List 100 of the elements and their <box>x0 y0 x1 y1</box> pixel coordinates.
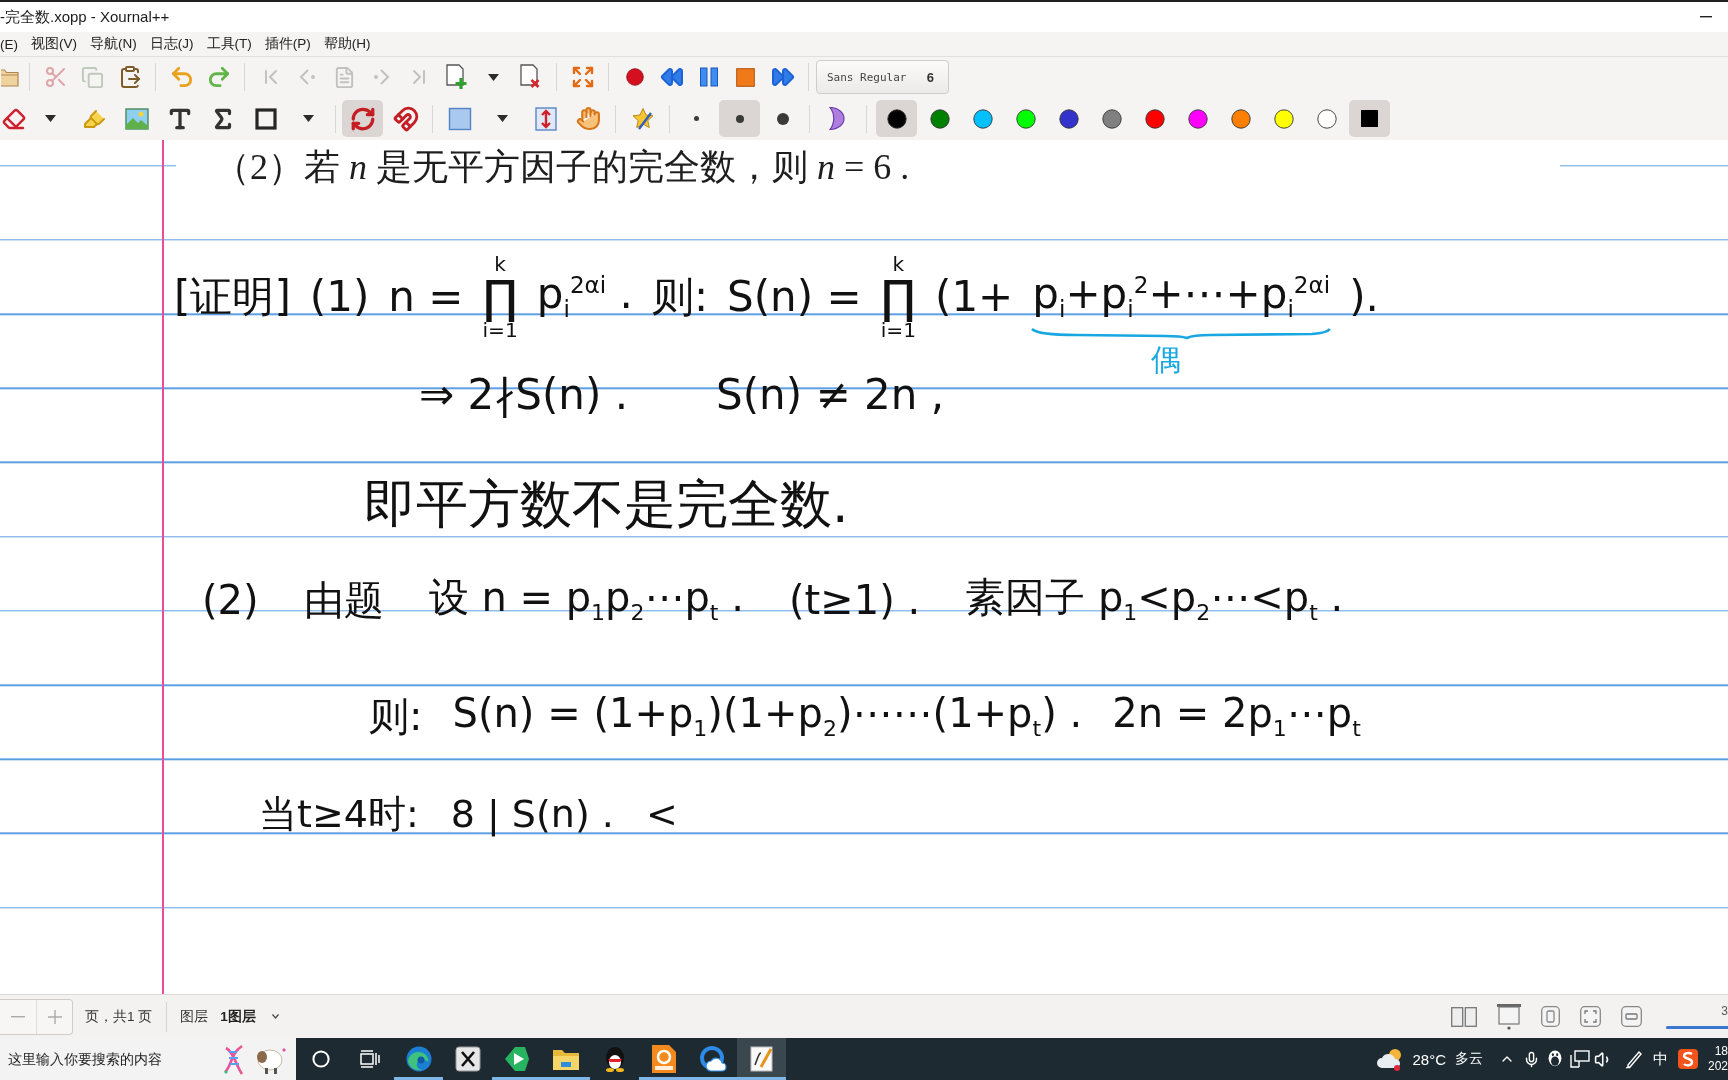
ring-icon <box>311 1050 330 1068</box>
handwritten-text: 由题 <box>303 578 384 622</box>
line-width-button[interactable] <box>719 100 760 137</box>
custom-color-button[interactable] <box>1349 100 1390 137</box>
dot-icon <box>694 116 699 121</box>
search-field[interactable]: 这里输入你要搜索的内容 <box>0 1038 296 1080</box>
problem-statement: （2）若 n 是无平方因子的完全数，则 n = 6 . <box>214 145 910 189</box>
weather-condition: 多云 <box>1454 1050 1483 1068</box>
handwritten-text: 则: <box>369 694 423 738</box>
handwritten-text: (2) <box>202 578 259 622</box>
menu-item[interactable]: 日志(J) <box>149 35 194 53</box>
folder-icon <box>1 66 21 88</box>
ring-cloud-icon <box>698 1045 727 1073</box>
zoom-slider[interactable] <box>1666 1025 1728 1029</box>
nested-square-icon[interactable] <box>1541 1006 1560 1027</box>
expand-arrows-icon <box>570 65 595 89</box>
product-notation: k ∏ i=1 <box>880 253 916 341</box>
handwritten-text: S(n) = <box>727 273 862 321</box>
caret-icon <box>271 1014 279 1019</box>
page-plus-icon <box>444 64 468 90</box>
color-button[interactable] <box>876 100 917 137</box>
menu-item[interactable]: 视图(V) <box>31 35 77 53</box>
chevron-right-icon <box>373 69 390 85</box>
square-icon <box>254 107 277 130</box>
handwritten-text: 当t≥4时: <box>259 794 419 836</box>
fast-forward-icon <box>770 65 795 89</box>
two-pages-icon[interactable] <box>1451 1006 1477 1027</box>
zoom-reading: 3 <box>1721 1004 1728 1017</box>
caret-icon <box>497 115 508 122</box>
handwritten-text: 2n = 2p$_{1}$⋯p$_{t}$ <box>1112 690 1361 742</box>
handwritten-text: [证明] <box>174 273 291 321</box>
font-button[interactable]: Sans Regular 6 <box>816 60 949 94</box>
layer-dropdown[interactable]: 1图层 <box>220 1007 279 1026</box>
star-pen-icon <box>630 106 655 131</box>
crossed-tile-icon <box>454 1046 481 1072</box>
page-count-label: 页，共1 页 <box>85 1007 153 1026</box>
hand-icon <box>576 106 601 131</box>
record-icon <box>625 68 644 86</box>
page-icon <box>333 65 356 89</box>
pause-icon <box>698 67 719 87</box>
vertical-arrows-icon <box>534 106 557 131</box>
menu-item[interactable]: 插件(P) <box>264 35 311 53</box>
menu-item[interactable]: 工具(T) <box>206 35 252 53</box>
handwritten-text: 素因子 p$_{1}$<p$_{2}$⋯<p$_{t}$ . <box>965 574 1344 626</box>
handwritten-text: ). <box>1349 273 1379 321</box>
rotation-snap-button[interactable] <box>342 100 383 137</box>
handwritten-text: (t≥1) . <box>788 578 921 622</box>
caret-icon <box>303 115 314 122</box>
chevron-left-icon <box>299 69 316 85</box>
task-view-icon <box>359 1050 380 1068</box>
handwritten-text: (1+ <box>935 273 1014 321</box>
menu-item[interactable]: 导航(N) <box>90 35 137 53</box>
image-icon <box>124 107 149 130</box>
handwritten-text: n = <box>388 273 464 321</box>
document-icon <box>650 1044 677 1074</box>
square-icon <box>447 106 472 131</box>
dot-icon <box>735 114 744 123</box>
caret-icon <box>487 73 499 81</box>
pen-icon[interactable] <box>1623 1049 1644 1069</box>
swirl-icon <box>404 1045 433 1073</box>
expand-corners-icon[interactable] <box>1580 1006 1601 1027</box>
play-arrow-icon <box>502 1046 531 1072</box>
clock[interactable]: 18 202 <box>1707 1044 1728 1074</box>
monitor-icon[interactable] <box>1569 1050 1590 1068</box>
minimize-icon <box>1700 16 1712 18</box>
dot-icon <box>776 112 789 125</box>
magnet-icon <box>392 105 419 132</box>
squiggle-tile-icon[interactable] <box>1677 1049 1698 1069</box>
scissors-icon <box>43 65 68 89</box>
input-mode-indicator[interactable]: 中 <box>1652 1049 1668 1069</box>
minus-square-icon[interactable] <box>1621 1006 1642 1027</box>
handwritten-note: 偶 <box>1151 342 1182 376</box>
copy-icon <box>81 65 104 89</box>
caret-icon <box>45 115 56 122</box>
menu-item[interactable]: (E) <box>0 36 18 52</box>
window-title: -完全数.xopp - Xournal++ <box>0 7 170 27</box>
eraser-icon <box>2 106 26 131</box>
stop-icon <box>736 67 755 87</box>
handwritten-text: S(n) = (1+p$_{1}$)(1+p$_{2}$)⋯⋯(1+p$_{t}$) . <box>452 690 1083 742</box>
rewind-icon <box>659 65 684 89</box>
menu-item[interactable]: 帮助(H) <box>323 35 371 53</box>
minus-icon <box>11 1015 25 1018</box>
handwritten-text: 即平方数不是完全数. <box>364 476 849 534</box>
handwritten-text: 8 | S(n) . <box>450 794 614 836</box>
pen-page-icon <box>748 1045 775 1073</box>
taskbar-app-button[interactable] <box>737 1038 786 1080</box>
handwritten-text: 则: <box>651 273 709 321</box>
handwritten-text: (1) <box>309 273 370 321</box>
handwritten-text: < <box>645 794 678 836</box>
rotate-arrows-icon <box>349 105 376 132</box>
product-notation: k ∏ i=1 <box>482 253 518 341</box>
folder-icon <box>551 1047 580 1071</box>
weather-temperature: 28°C <box>1412 1050 1446 1068</box>
handwritten-text: p$_{i}$$^{2αi}$ . <box>536 271 633 323</box>
page-x-icon <box>518 64 542 90</box>
layer-label: 图层 <box>180 1007 209 1026</box>
handwritten-text: 设 n = p$_{1}$p$_{2}$⋯p$_{t}$ . <box>428 574 744 626</box>
crescent-icon <box>828 107 845 130</box>
plus-icon <box>47 1009 62 1024</box>
projector-screen-icon[interactable] <box>1497 1003 1521 1030</box>
